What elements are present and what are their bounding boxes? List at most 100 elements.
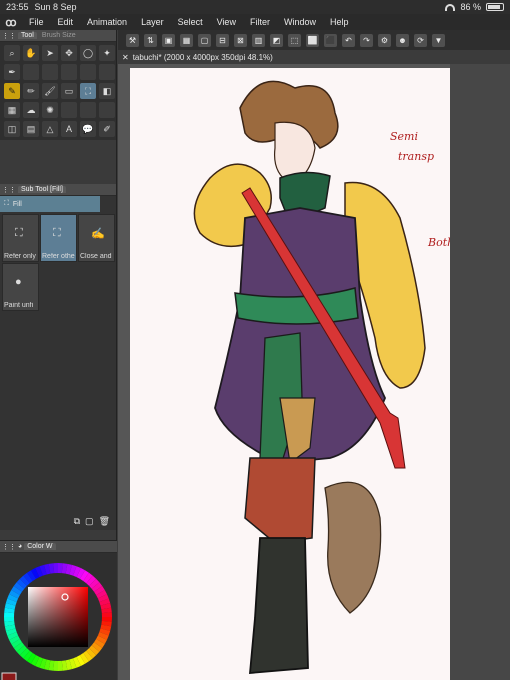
note-transp: transp xyxy=(398,150,434,163)
fill-tool-icon[interactable]: ⛶ xyxy=(80,83,96,99)
frame-tool-icon[interactable]: ▤ xyxy=(23,121,39,137)
subtool-group-label: Fill xyxy=(12,200,22,208)
tool-panel-header: ⋮⋮ Tool Brush Size xyxy=(0,30,116,42)
layer-icon[interactable]: ▢ xyxy=(198,33,211,47)
grid-icon[interactable]: ▦ xyxy=(180,33,193,47)
document-tab-title[interactable]: tabuchi* (2000 x 4000px 350dpi 48.1%) xyxy=(133,53,273,62)
eraser-tool-icon[interactable]: ▭ xyxy=(61,83,77,99)
color-panel: ⋮⋮ ◕ Color W 1 64 89 xyxy=(0,540,117,680)
note-both: Both xyxy=(427,236,450,249)
tab-color-wheel[interactable]: Color W xyxy=(24,543,56,550)
clear-icon[interactable]: ⊟ xyxy=(216,33,229,47)
zoom-tool-icon[interactable]: ⌕ xyxy=(4,45,20,61)
menu-select[interactable]: Select xyxy=(171,17,210,27)
subtool-close-and-fill[interactable]: ✍ Close and xyxy=(78,214,115,262)
copy-subtool-icon[interactable]: ⧉ xyxy=(74,516,80,527)
document-tab-bar: ✕ tabuchi* (2000 x 4000px 350dpi 48.1%) xyxy=(118,50,510,64)
blank-slot xyxy=(99,64,115,80)
move-tool-icon[interactable]: ✥ xyxy=(61,45,77,61)
menu-view[interactable]: View xyxy=(210,17,243,27)
transform-icon[interactable]: ◩ xyxy=(270,33,283,47)
app-logo-icon[interactable]: ꝏ xyxy=(0,16,22,29)
fill-bucket-icon: ⛶ xyxy=(4,200,9,207)
fill-layer-icon[interactable]: ⊠ xyxy=(234,33,247,47)
scroll-icon[interactable]: ⇅ xyxy=(144,33,157,47)
chevron-down-icon[interactable]: ▼ xyxy=(432,33,445,47)
tab-subtool-fill[interactable]: Sub Tool [Fill] xyxy=(18,186,66,193)
grip-icon[interactable]: ⋮⋮ xyxy=(2,32,16,40)
note-semi: Semi xyxy=(390,130,418,143)
subtool-footer: ⧉ ▢ 🗑 xyxy=(0,513,116,530)
close-tab-icon[interactable]: ✕ xyxy=(122,53,129,62)
invert-icon[interactable]: ⬛ xyxy=(324,33,337,47)
grip-icon[interactable]: ⋮⋮ xyxy=(2,186,16,194)
blank-slot xyxy=(23,64,39,80)
new-subtool-icon[interactable]: ▢ xyxy=(85,516,94,527)
pencil-tool-icon[interactable]: ✏ xyxy=(23,83,39,99)
undo-icon[interactable]: ↶ xyxy=(342,33,355,47)
blend-tool-icon[interactable]: ☁ xyxy=(23,102,39,118)
eyedropper-tool-icon[interactable]: ✒ xyxy=(4,64,20,80)
save-icon[interactable]: ▥ xyxy=(252,33,265,47)
airbrush-tool-icon[interactable]: ✺ xyxy=(42,102,58,118)
tail xyxy=(324,481,382,614)
correct-line-tool-icon[interactable]: ✐ xyxy=(99,121,115,137)
canvas-paper[interactable]: Semi transp Both xyxy=(130,68,450,680)
shape-tool-icon[interactable]: ◫ xyxy=(4,121,20,137)
menu-edit[interactable]: Edit xyxy=(51,17,81,27)
fill-alt-tool-icon[interactable]: ◧ xyxy=(99,83,115,99)
menu-window[interactable]: Window xyxy=(277,17,323,27)
menu-filter[interactable]: Filter xyxy=(243,17,277,27)
color-wheel[interactable]: 1 64 89 xyxy=(0,553,117,680)
battery-percent: 86 % xyxy=(460,2,481,12)
status-date: Sun 8 Sep xyxy=(34,2,77,12)
tab-brush-size[interactable]: Brush Size xyxy=(39,32,79,39)
boots xyxy=(249,537,309,674)
menu-animation[interactable]: Animation xyxy=(80,17,134,27)
close-fill-icon: ✍ xyxy=(91,228,105,240)
trash-icon[interactable]: 🗑 xyxy=(99,516,110,527)
subtool-refer-other[interactable]: ⛶ Refer othe xyxy=(40,214,77,262)
user-icon[interactable]: ☻ xyxy=(396,33,409,47)
fill-bucket-icon: ⛶ xyxy=(53,227,61,239)
tool-palette: ⌕ ✋ ➤ ✥ ◯ ✦ ✒ ✎ ✏ 🖌 ▭ ⛶ ◧ ▦ ☁ ✺ ◫ ▤ △ A … xyxy=(0,42,116,140)
tool-property-icon[interactable]: ⚒ xyxy=(126,33,139,47)
selection-icon[interactable]: ⬚ xyxy=(288,33,301,47)
view-icon[interactable]: ▣ xyxy=(162,33,175,47)
brush-tool-icon[interactable]: 🖌 xyxy=(42,83,58,99)
pen-tool-icon[interactable]: ✎ xyxy=(4,83,20,99)
blank-slot xyxy=(80,64,96,80)
left-dock: ⋮⋮ Tool Brush Size ⌕ ✋ ➤ ✥ ◯ ✦ ✒ ✎ ✏ 🖌 ▭… xyxy=(0,30,117,680)
subtool-paint-unfilled[interactable]: ● Paint unfi xyxy=(2,263,39,311)
subtool-group-fill[interactable]: ⛶ Fill xyxy=(0,196,100,212)
wand-tool-icon[interactable]: ✦ xyxy=(99,45,115,61)
subtool-refer-only[interactable]: ⛶ Refer only xyxy=(2,214,39,262)
balloon-tool-icon[interactable]: 💬 xyxy=(80,121,96,137)
rust-pants xyxy=(244,457,316,544)
text-tool-icon[interactable]: A xyxy=(61,121,77,137)
wifi-icon xyxy=(445,3,456,11)
tab-tool[interactable]: Tool xyxy=(18,32,37,39)
gradient-tool-icon[interactable]: ▦ xyxy=(4,102,20,118)
canvas-viewport[interactable]: Semi transp Both xyxy=(118,64,510,680)
rotate-icon[interactable]: ⟳ xyxy=(414,33,427,47)
hand-tool-icon[interactable]: ✋ xyxy=(23,45,39,61)
color-wheel-tab-icon[interactable]: ◕ xyxy=(18,543,22,550)
ruler-tool-icon[interactable]: △ xyxy=(42,121,58,137)
menu-file[interactable]: File xyxy=(22,17,51,27)
subtool-panel: ⛶ Fill ⛶ Refer only ⛶ Refer othe ✍ Close… xyxy=(0,196,116,530)
canvas-gutter xyxy=(450,64,510,680)
grip-icon[interactable]: ⋮⋮ xyxy=(2,543,16,551)
operation-tool-icon[interactable]: ➤ xyxy=(42,45,58,61)
main-color-swatch[interactable] xyxy=(1,672,17,680)
deselect-icon[interactable]: ⬜ xyxy=(306,33,319,47)
status-time: 23:55 xyxy=(6,2,29,12)
blank-slot xyxy=(61,102,77,118)
menu-layer[interactable]: Layer xyxy=(134,17,171,27)
redo-icon[interactable]: ↷ xyxy=(360,33,373,47)
menu-help[interactable]: Help xyxy=(323,17,356,27)
lasso-tool-icon[interactable]: ◯ xyxy=(80,45,96,61)
menu-bar: ꝏ File Edit Animation Layer Select View … xyxy=(0,14,510,30)
battery-icon xyxy=(486,3,504,11)
settings-icon[interactable]: ⚙ xyxy=(378,33,391,47)
